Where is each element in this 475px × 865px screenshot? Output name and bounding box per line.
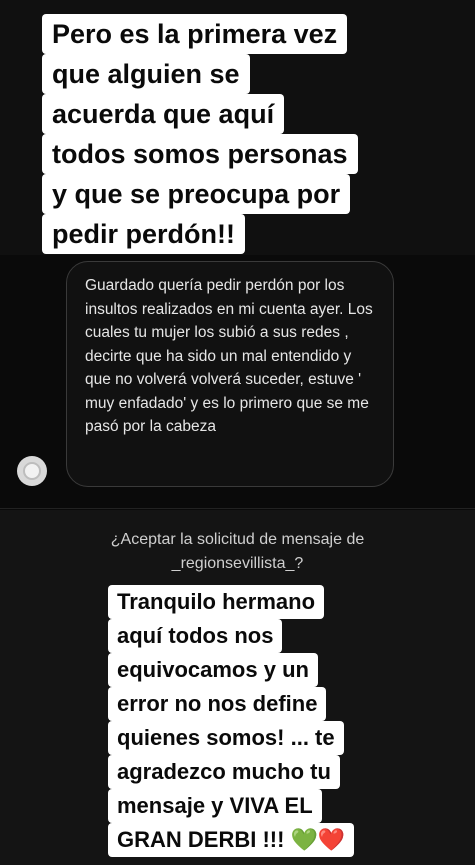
message-request-prompt: ¿Aceptar la solicitud de mensaje de _reg… [0, 528, 475, 576]
caption-top-line: que alguien se [42, 54, 250, 94]
caption-bottom-line: quienes somos! ... te [108, 721, 344, 755]
caption-top-line: todos somos personas [42, 134, 358, 174]
message-bubble[interactable]: Guardado quería pedir perdón por los ins… [66, 261, 394, 487]
caption-bottom-line: error no nos define [108, 687, 327, 721]
caption-top-line: Pero es la primera vez [42, 14, 348, 54]
caption-top-line: acuerda que aquí [42, 94, 285, 134]
sender-avatar[interactable] [17, 456, 47, 486]
caption-bottom-line: Tranquilo hermano [108, 585, 325, 619]
caption-top-line: y que se preocupa por [42, 174, 351, 214]
avatar-icon [23, 462, 41, 480]
caption-bottom-line: mensaje y VIVA EL [108, 789, 322, 823]
message-text: Guardado quería pedir perdón por los ins… [85, 277, 373, 435]
caption-bottom-line: GRAN DERBI !!! 💚❤️ [108, 823, 355, 857]
divider [0, 508, 475, 509]
caption-bottom-line: agradezco mucho tu [108, 755, 340, 789]
caption-bottom-line: equivocamos y un [108, 653, 318, 687]
caption-bottom-line: aquí todos nos [108, 619, 283, 653]
story-screen: Pero es la primera vez que alguien se ac… [0, 0, 475, 865]
caption-top-line: pedir perdón!! [42, 214, 245, 254]
request-question: ¿Aceptar la solicitud de mensaje de [110, 531, 365, 548]
request-username: _regionsevillista_? [171, 555, 304, 572]
